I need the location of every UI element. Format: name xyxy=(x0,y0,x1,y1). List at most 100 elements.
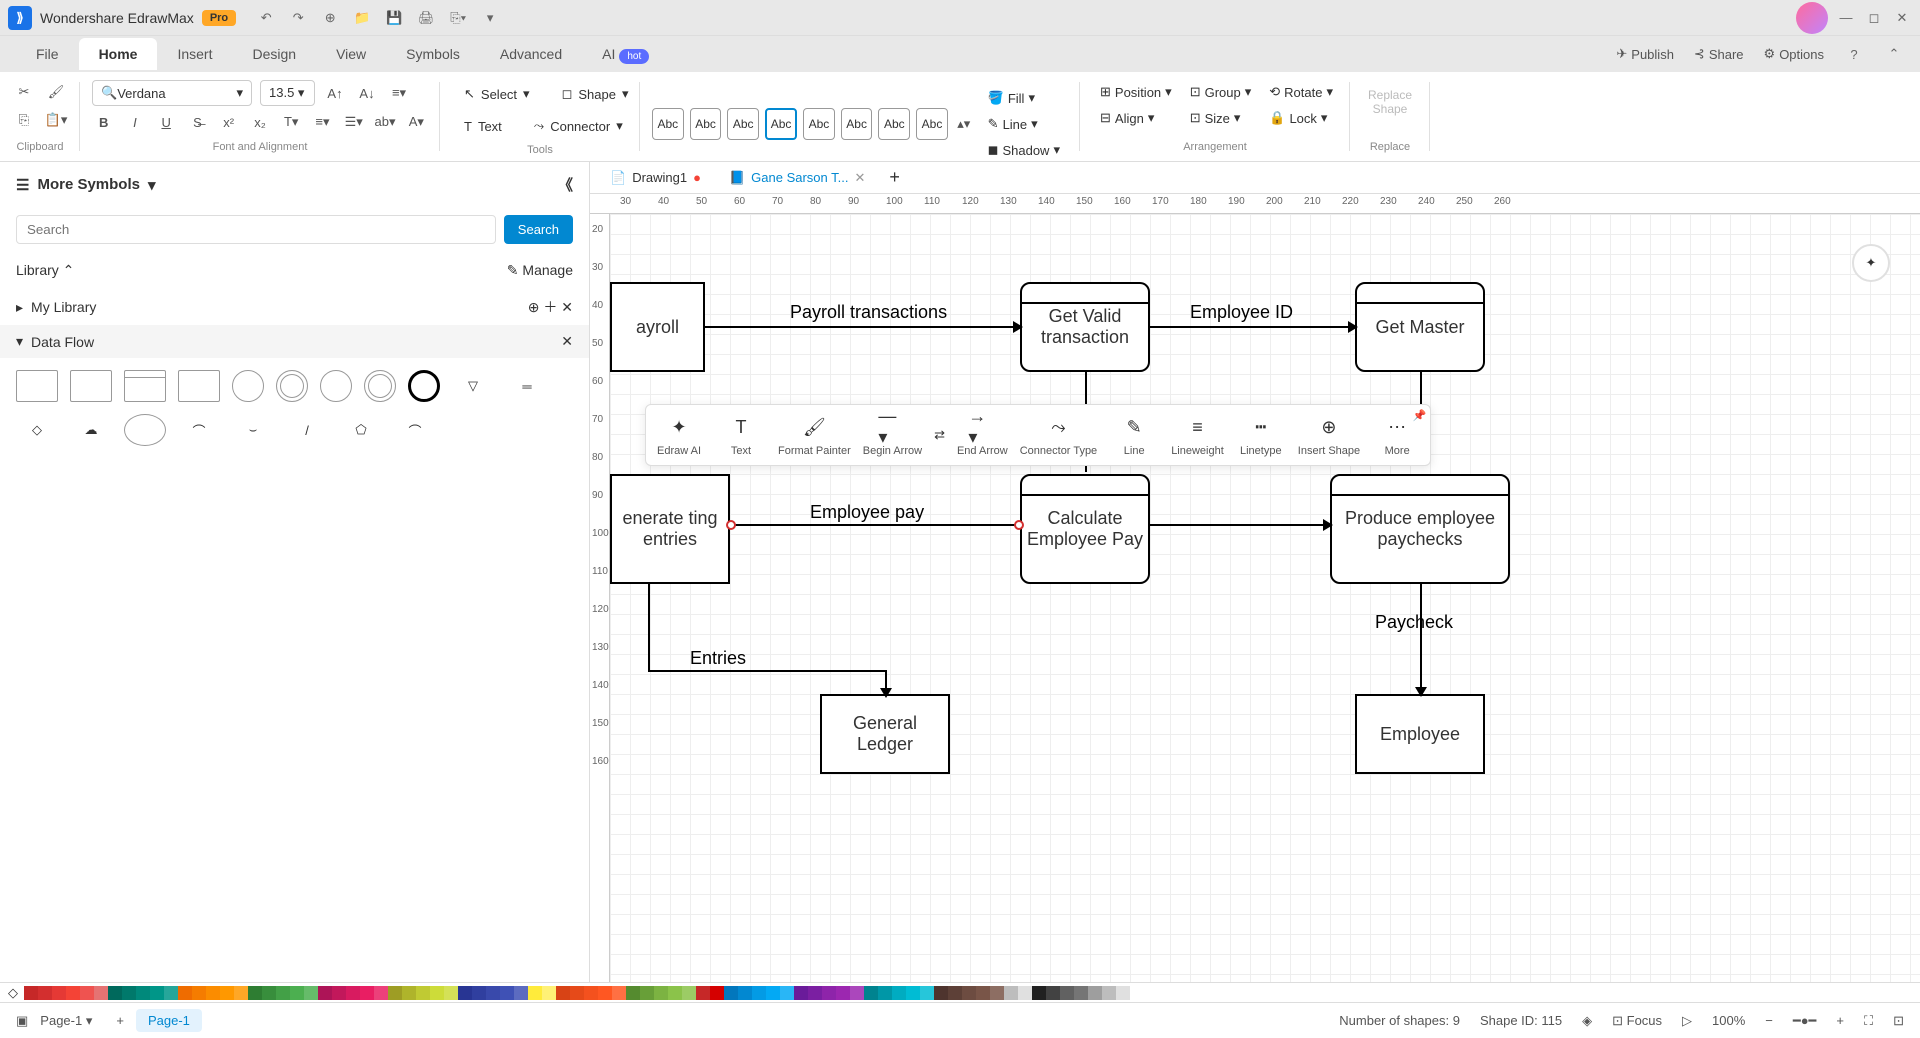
shape-curve[interactable]: ⌒ xyxy=(394,414,436,446)
shadow-button[interactable]: ◼ Shadow▾ xyxy=(980,138,1068,162)
shape-circle-3[interactable] xyxy=(320,370,352,402)
color-swatch[interactable] xyxy=(374,986,388,1000)
menu-symbols[interactable]: Symbols xyxy=(386,38,480,70)
color-swatch[interactable] xyxy=(668,986,682,1000)
color-swatch[interactable] xyxy=(570,986,584,1000)
handle-end[interactable] xyxy=(1014,520,1024,530)
no-fill-icon[interactable]: ◇ xyxy=(8,985,18,1001)
color-swatch[interactable] xyxy=(528,986,542,1000)
shape-rect-3[interactable] xyxy=(178,370,220,402)
color-swatch[interactable] xyxy=(654,986,668,1000)
superscript-icon[interactable]: x² xyxy=(217,110,240,134)
user-avatar[interactable] xyxy=(1796,2,1828,34)
style-4[interactable]: Abc xyxy=(765,108,797,140)
shape-circle-thick[interactable] xyxy=(408,370,440,402)
shape-rect-header[interactable] xyxy=(124,370,166,402)
color-swatch[interactable] xyxy=(1130,986,1144,1000)
color-swatch[interactable] xyxy=(122,986,136,1000)
increase-font-icon[interactable]: A↑ xyxy=(323,81,347,105)
shape-cloud[interactable]: ☁ xyxy=(70,414,112,446)
manage-button[interactable]: ✎ Manage xyxy=(507,262,573,279)
node-ledger[interactable]: General Ledger xyxy=(820,694,950,774)
color-swatch[interactable] xyxy=(724,986,738,1000)
color-swatch[interactable] xyxy=(276,986,290,1000)
color-swatch[interactable] xyxy=(150,986,164,1000)
decrease-font-icon[interactable]: A↓ xyxy=(355,81,379,105)
color-swatch[interactable] xyxy=(1018,986,1032,1000)
lock-button[interactable]: 🔒 Lock▾ xyxy=(1261,106,1341,130)
copy-icon[interactable]: ⎘ xyxy=(12,108,36,132)
shape-tool[interactable]: ◻ Shape ▾ xyxy=(550,80,641,108)
collapse-ribbon-icon[interactable]: ⌃ xyxy=(1884,44,1904,64)
float-begin-arrow[interactable]: — ▾Begin Arrow xyxy=(863,413,922,457)
float-lineweight[interactable]: ≡Lineweight xyxy=(1171,413,1224,457)
connector-7b[interactable] xyxy=(648,670,886,672)
close-dataflow-icon[interactable]: ✕ xyxy=(561,333,573,350)
color-swatch[interactable] xyxy=(108,986,122,1000)
connector-6[interactable] xyxy=(1150,524,1325,526)
node-get-master[interactable]: Get Master xyxy=(1355,282,1485,372)
color-swatch[interactable] xyxy=(962,986,976,1000)
color-swatch[interactable] xyxy=(234,986,248,1000)
color-swatch[interactable] xyxy=(626,986,640,1000)
fill-button[interactable]: 🪣 Fill▾ xyxy=(980,86,1068,110)
export-icon[interactable]: ⎘▾ xyxy=(448,8,468,28)
menu-advanced[interactable]: Advanced xyxy=(480,38,582,70)
color-swatch[interactable] xyxy=(892,986,906,1000)
fit-icon[interactable]: ⛶ xyxy=(1864,1013,1873,1029)
connector-7[interactable] xyxy=(648,584,650,670)
color-swatch[interactable] xyxy=(1046,986,1060,1000)
shape-circle-4[interactable] xyxy=(364,370,396,402)
color-swatch[interactable] xyxy=(878,986,892,1000)
color-swatch[interactable] xyxy=(262,986,276,1000)
color-swatch[interactable] xyxy=(248,986,262,1000)
tab-drawing1[interactable]: 📄 Drawing1 ● xyxy=(598,164,713,192)
menu-insert[interactable]: Insert xyxy=(157,38,232,70)
align-icon[interactable]: ≡▾ xyxy=(387,81,411,105)
node-produce[interactable]: Produce employee paychecks xyxy=(1330,474,1510,584)
case-icon[interactable]: ab▾ xyxy=(373,110,396,134)
open-icon[interactable]: 📁 xyxy=(352,8,372,28)
color-swatch[interactable] xyxy=(290,986,304,1000)
help-icon[interactable]: ? xyxy=(1844,44,1864,64)
position-button[interactable]: ⊞ Position▾ xyxy=(1092,80,1180,104)
layout-icon[interactable]: ▣ xyxy=(16,1013,28,1029)
shape-arc-1[interactable]: ⌒ xyxy=(178,414,220,446)
style-3[interactable]: Abc xyxy=(727,108,759,140)
swap-arrows-icon[interactable]: ⇄ xyxy=(934,427,945,443)
color-swatch[interactable] xyxy=(486,986,500,1000)
color-swatch[interactable] xyxy=(976,986,990,1000)
size-button[interactable]: ⊡ Size▾ xyxy=(1182,106,1260,130)
color-swatch[interactable] xyxy=(934,986,948,1000)
node-employee[interactable]: Employee xyxy=(1355,694,1485,774)
align-button[interactable]: ⊟ Align▾ xyxy=(1092,106,1180,130)
highlight-icon[interactable]: A▾ xyxy=(405,110,428,134)
line-spacing-icon[interactable]: ≡▾ xyxy=(311,110,334,134)
style-6[interactable]: Abc xyxy=(841,108,873,140)
color-swatch[interactable] xyxy=(66,986,80,1000)
close-icon[interactable]: ✕ xyxy=(1892,8,1912,28)
node-calc-pay[interactable]: Calculate Employee Pay xyxy=(1020,474,1150,584)
minimize-icon[interactable]: — xyxy=(1836,8,1856,28)
float-line[interactable]: ✎Line xyxy=(1109,413,1159,457)
collapse-panel-icon[interactable]: 《 xyxy=(558,174,573,195)
color-swatch[interactable] xyxy=(794,986,808,1000)
italic-icon[interactable]: I xyxy=(123,110,146,134)
color-swatch[interactable] xyxy=(850,986,864,1000)
fullscreen-icon[interactable]: ⊡ xyxy=(1893,1013,1904,1029)
rotate-button[interactable]: ⟲ Rotate▾ xyxy=(1261,80,1341,104)
shape-tag[interactable]: ⬠ xyxy=(340,414,382,446)
font-select[interactable]: 🔍 Verdana ▾ xyxy=(92,80,252,106)
shape-arc-2[interactable]: ⌣ xyxy=(232,414,274,446)
color-swatch[interactable] xyxy=(1116,986,1130,1000)
shape-rect-2[interactable] xyxy=(70,370,112,402)
color-swatch[interactable] xyxy=(1032,986,1046,1000)
format-painter-icon[interactable]: 🖌 xyxy=(44,80,68,104)
handle-start[interactable] xyxy=(726,520,736,530)
node-get-valid[interactable]: Get Valid transaction xyxy=(1020,282,1150,372)
options-button[interactable]: ⚙ Options xyxy=(1764,46,1824,62)
color-swatch[interactable] xyxy=(164,986,178,1000)
menu-home[interactable]: Home xyxy=(79,38,158,70)
group-button[interactable]: ⊡ Group▾ xyxy=(1182,80,1260,104)
play-icon[interactable]: ▷ xyxy=(1682,1013,1692,1029)
